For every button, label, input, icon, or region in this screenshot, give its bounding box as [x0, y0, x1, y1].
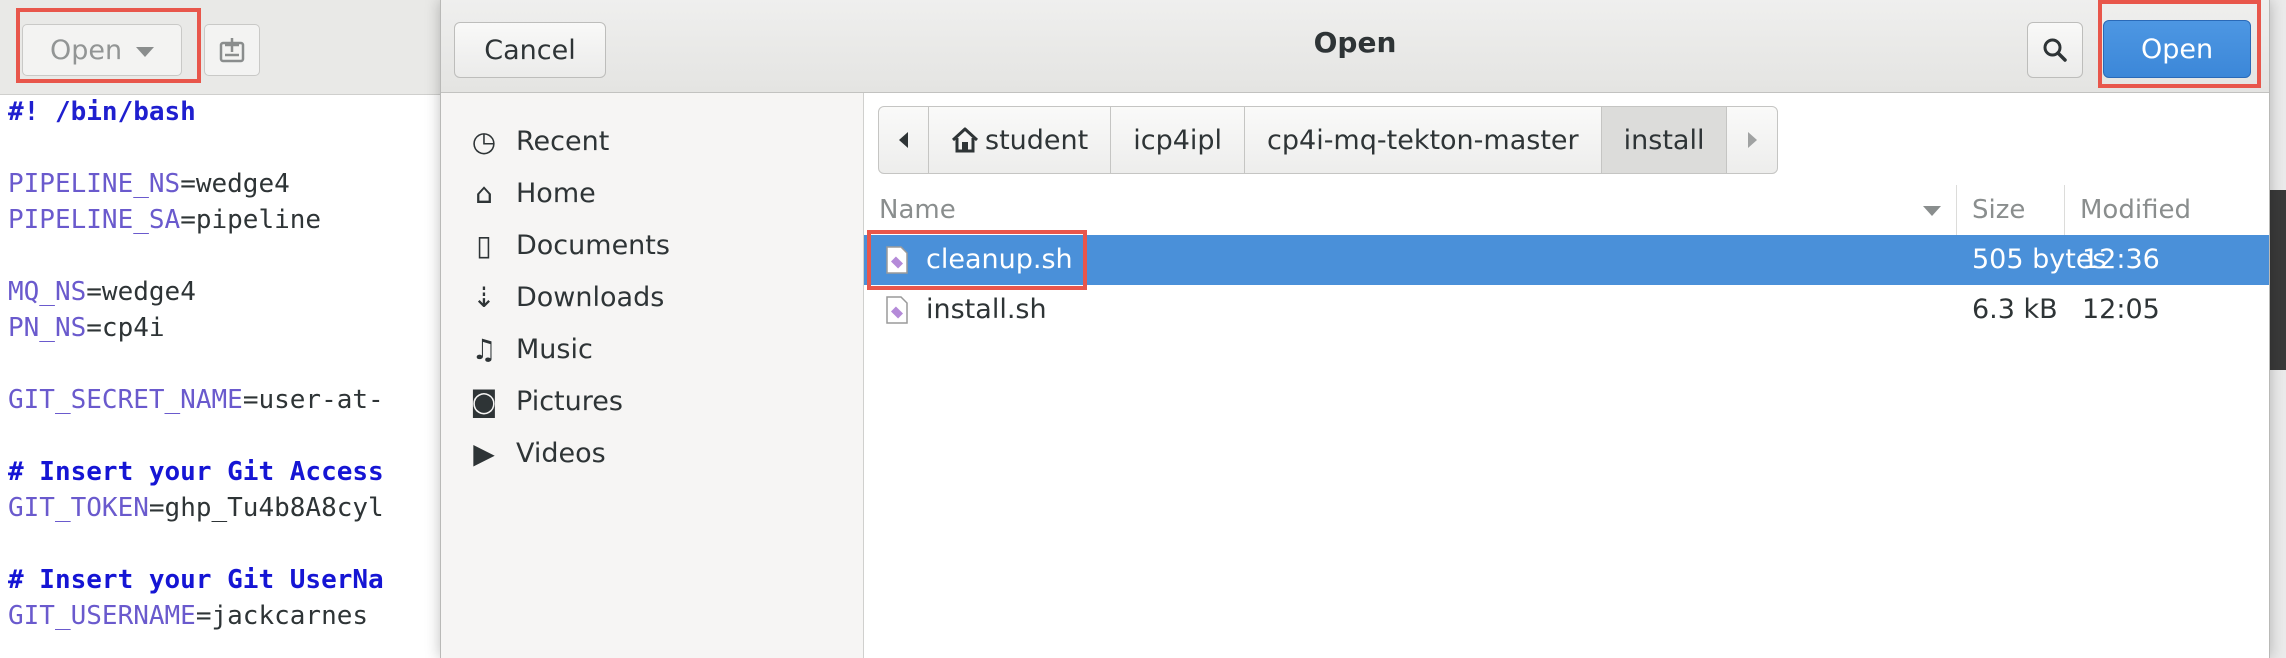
- editor-open-label: Open: [49, 34, 123, 66]
- code-value: =wedge4: [180, 169, 290, 199]
- column-header-size[interactable]: Size: [1972, 195, 2025, 225]
- column-header-modified[interactable]: Modified: [2080, 195, 2191, 225]
- code-value: =jackcarnes: [195, 601, 369, 631]
- sidebar-item-videos[interactable]: ▶ Videos: [441, 427, 863, 479]
- search-icon: [2043, 38, 2067, 62]
- path-segment-label: icp4ipl: [1133, 124, 1223, 156]
- camera-icon: ◙: [470, 384, 498, 418]
- sidebar-item-home[interactable]: ⌂ Home: [441, 167, 863, 219]
- code-variable: PIPELINE_NS: [8, 169, 181, 199]
- code-line: GIT_TOKEN=ghp_Tu4b8A8cyl: [8, 490, 438, 526]
- sidebar-item-label: Videos: [516, 437, 606, 469]
- code-line: MQ_NS=wedge4: [8, 274, 438, 310]
- path-segment-label: install: [1623, 124, 1705, 156]
- path-segment-install[interactable]: install: [1601, 107, 1728, 173]
- sidebar-item-label: Pictures: [516, 385, 623, 417]
- code-variable: GIT_TOKEN: [8, 493, 149, 523]
- editor-open-button[interactable]: Open: [22, 24, 182, 76]
- path-segment-student[interactable]: student: [929, 107, 1112, 173]
- search-button[interactable]: [2027, 22, 2083, 78]
- file-row[interactable]: cleanup.sh 505 bytes 12:36: [864, 235, 2269, 285]
- sidebar-item-label: Downloads: [516, 281, 665, 313]
- clock-icon: ◷: [471, 124, 497, 158]
- code-variable: GIT_USERNAME: [8, 601, 196, 631]
- code-comment: # Insert your Git Access: [8, 457, 384, 487]
- path-segment-label: student: [985, 124, 1089, 156]
- sidebar-item-pictures[interactable]: ◙ Pictures: [441, 375, 863, 427]
- code-comment: # Insert your Git UserNa: [8, 565, 384, 595]
- sidebar-item-downloads[interactable]: ⇣ Downloads: [441, 271, 863, 323]
- code-shebang: #! /bin/bash: [8, 97, 196, 127]
- code-variable: GIT_SECRET_NAME: [8, 385, 243, 415]
- file-browser: student icp4ipl cp4i-mq-tekton-master insta…: [864, 93, 2269, 658]
- code-line: GIT_SECRET_NAME=user-at-: [8, 382, 438, 418]
- sidebar-item-label: Music: [516, 333, 593, 365]
- file-row[interactable]: install.sh 6.3 kB 12:05: [864, 285, 2269, 335]
- new-document-button[interactable]: [204, 24, 260, 76]
- code-view[interactable]: #! /bin/bash PIPELINE_NS=wedge4 PIPELINE_S…: [8, 94, 438, 658]
- chevron-down-icon: [136, 47, 155, 57]
- sidebar-item-label: Home: [516, 177, 596, 209]
- editor-headerbar: Open: [0, 0, 460, 95]
- open-button[interactable]: Open: [2103, 20, 2251, 78]
- home-icon: [951, 127, 979, 153]
- path-segment-icp4ipl[interactable]: icp4ipl: [1111, 107, 1246, 173]
- code-value: =ghp_Tu4b8A8cyl: [148, 493, 384, 523]
- path-back-button[interactable]: [879, 107, 929, 173]
- script-file-icon: [886, 246, 908, 274]
- video-icon: ▶: [473, 436, 495, 470]
- file-size: 6.3 kB: [1972, 294, 2058, 325]
- code-variable: MQ_NS: [8, 277, 87, 307]
- code-value: =cp4i: [86, 313, 165, 343]
- dialog-title: Open: [1313, 26, 1397, 59]
- sidebar-item-documents[interactable]: ▯ Documents: [441, 219, 863, 271]
- code-line: GIT_USERNAME=jackcarnes: [8, 598, 438, 634]
- code-line: #! /bin/bash: [8, 94, 438, 130]
- code-line: PIPELINE_NS=wedge4: [8, 166, 438, 202]
- sidebar-item-recent[interactable]: ◷ Recent: [441, 115, 863, 167]
- file-list-header: Name Size Modified: [864, 185, 2269, 236]
- home-icon: ⌂: [475, 176, 493, 210]
- code-variable: PN_NS: [8, 313, 87, 343]
- code-line: # Insert your Git UserNa: [8, 562, 438, 598]
- path-segment-cp4i-mq-tekton-master[interactable]: cp4i-mq-tekton-master: [1245, 107, 1602, 173]
- new-document-icon: [219, 38, 245, 63]
- download-icon: ⇣: [472, 280, 496, 314]
- path-forward-button[interactable]: [1727, 107, 1777, 173]
- file-modified: 12:05: [2082, 294, 2160, 325]
- dialog-headerbar: Cancel Open Open: [441, 0, 2269, 93]
- open-file-dialog: Cancel Open Open ◷ Recent ⌂ Home ▯ Documents ⇣…: [440, 0, 2270, 658]
- code-value: =user-at-: [242, 385, 384, 415]
- sidebar-item-music[interactable]: ♫ Music: [441, 323, 863, 375]
- code-line: # Insert your Git Access: [8, 454, 438, 490]
- sort-descending-icon: [1923, 206, 1941, 216]
- breadcrumb: student icp4ipl cp4i-mq-tekton-master insta…: [878, 106, 1779, 174]
- code-line: PIPELINE_SA=pipeline: [8, 202, 438, 238]
- chevron-right-icon: [1747, 132, 1757, 148]
- file-modified: 12:36: [2082, 244, 2160, 275]
- document-icon: ▯: [476, 228, 492, 262]
- places-sidebar: ◷ Recent ⌂ Home ▯ Documents ⇣ Downloads ♫ Music ◙ P…: [441, 93, 864, 658]
- music-icon: ♫: [471, 332, 497, 366]
- file-name: cleanup.sh: [926, 244, 1073, 275]
- script-file-icon: [886, 296, 908, 324]
- column-header-name[interactable]: Name: [879, 195, 956, 225]
- code-value: =wedge4: [86, 277, 196, 307]
- sidebar-item-label: Documents: [516, 229, 670, 261]
- chevron-left-icon: [899, 132, 908, 148]
- code-line: PN_NS=cp4i: [8, 310, 438, 346]
- code-variable: PIPELINE_SA: [8, 205, 181, 235]
- cancel-button[interactable]: Cancel: [454, 22, 606, 78]
- file-name: install.sh: [926, 294, 1047, 325]
- code-value: =pipeline: [180, 205, 322, 235]
- path-segment-label: cp4i-mq-tekton-master: [1267, 124, 1579, 156]
- sidebar-item-label: Recent: [516, 125, 610, 157]
